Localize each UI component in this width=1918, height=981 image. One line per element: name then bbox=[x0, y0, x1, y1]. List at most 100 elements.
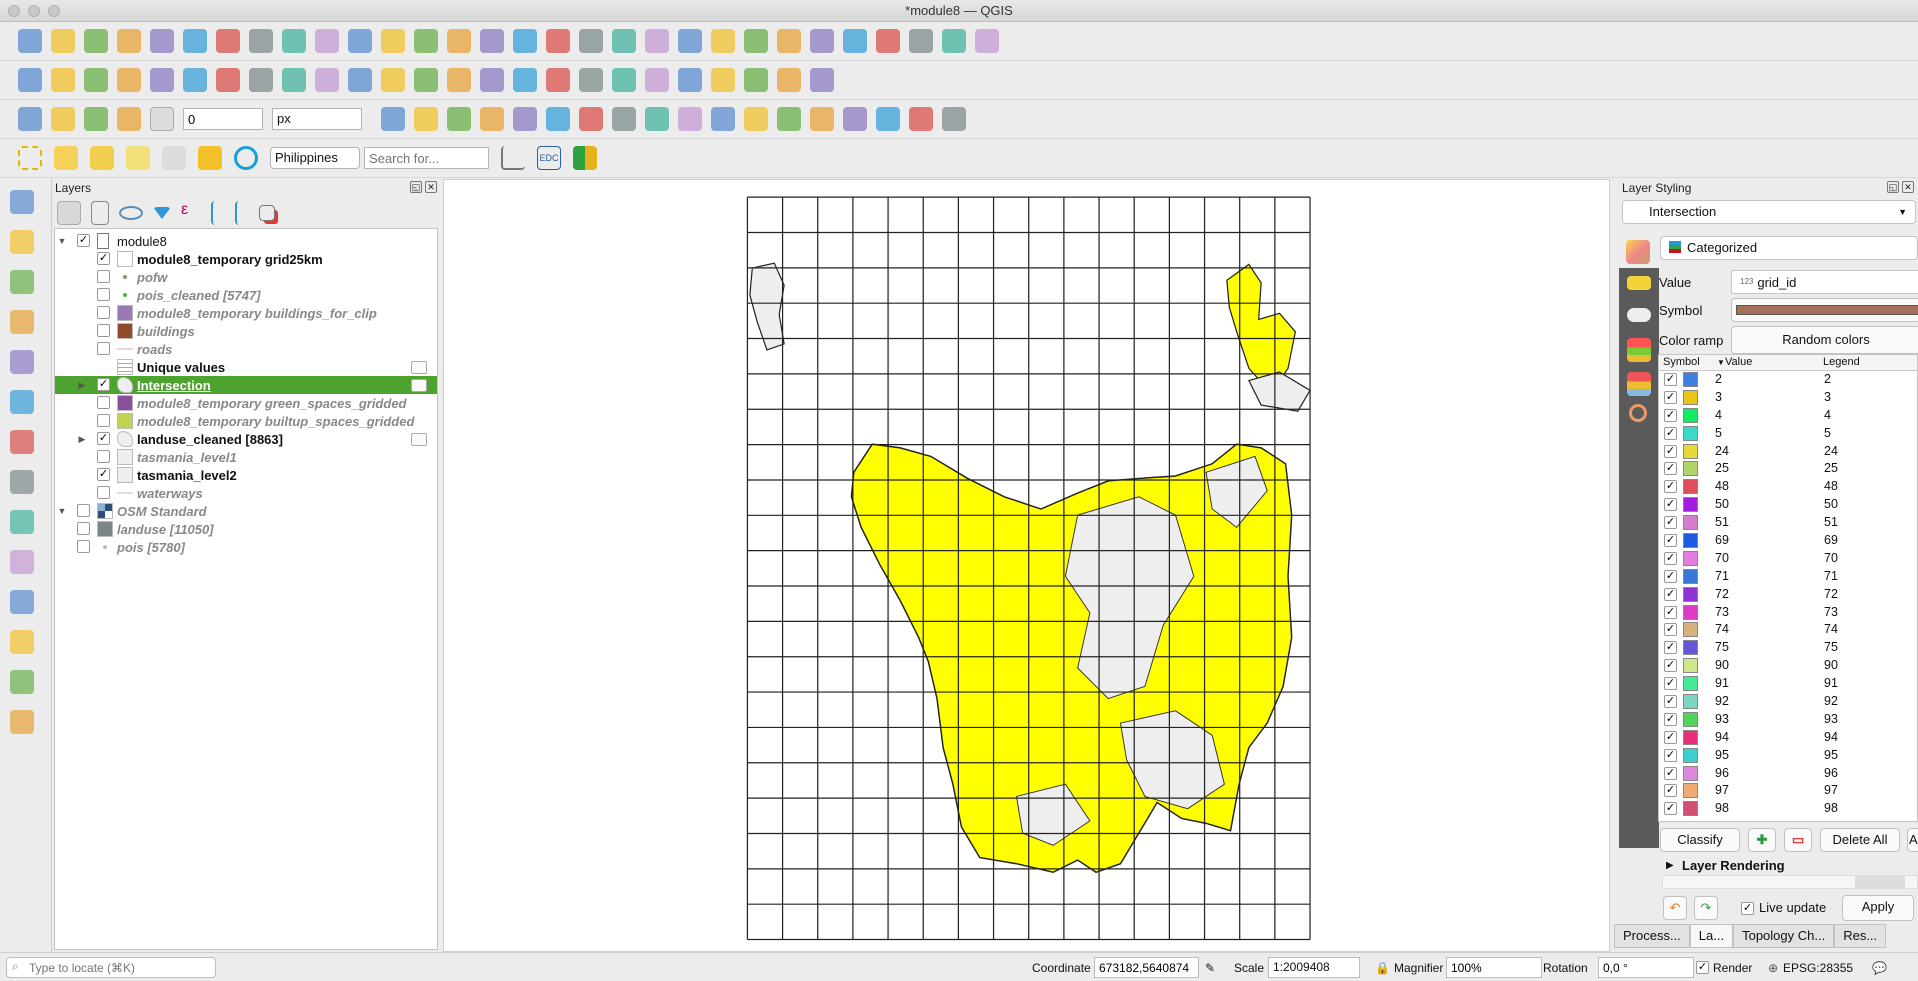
category-color-swatch[interactable] bbox=[1683, 765, 1698, 781]
category-color-swatch[interactable] bbox=[1683, 443, 1698, 459]
category-checkbox[interactable]: ✓ bbox=[1664, 462, 1677, 476]
remove-layer-icon[interactable] bbox=[259, 205, 275, 221]
pca-icon[interactable] bbox=[777, 107, 801, 131]
category-row[interactable]: ✓ 5 5 bbox=[1659, 425, 1917, 443]
category-color-swatch[interactable] bbox=[1683, 711, 1698, 727]
redo-icon[interactable] bbox=[315, 68, 339, 92]
grid-plugin-icon[interactable] bbox=[678, 107, 702, 131]
add-mesh-layer-icon[interactable] bbox=[10, 270, 34, 294]
category-color-swatch[interactable] bbox=[1683, 533, 1698, 549]
add-spatialite-icon[interactable] bbox=[10, 350, 34, 374]
table-icon[interactable] bbox=[744, 107, 768, 131]
new-vector-layer-icon[interactable] bbox=[10, 190, 34, 214]
layer-item[interactable]: pois [5780] bbox=[55, 538, 437, 556]
category-color-swatch[interactable] bbox=[1683, 622, 1698, 638]
sentinel-icon[interactable] bbox=[573, 146, 597, 170]
layer-visibility-checkbox[interactable]: ✓ bbox=[97, 432, 110, 445]
database-icon[interactable] bbox=[678, 68, 702, 92]
refresh-icon[interactable] bbox=[711, 29, 735, 53]
world-icon[interactable] bbox=[447, 107, 471, 131]
paste-icon[interactable] bbox=[249, 68, 273, 92]
3d-view-icon[interactable] bbox=[1627, 338, 1651, 362]
category-row[interactable]: ✓ 2 2 bbox=[1659, 371, 1917, 389]
crs-button[interactable]: EPSG:28355 bbox=[1783, 961, 1853, 975]
delete-all-button[interactable]: Delete All bbox=[1820, 828, 1900, 852]
layer-rendering-section[interactable]: Layer Rendering bbox=[1682, 858, 1785, 873]
layer-visibility-checkbox[interactable] bbox=[77, 540, 90, 553]
history-icon[interactable] bbox=[1627, 372, 1651, 396]
layer-item[interactable]: ✓ tasmania_level2 bbox=[55, 466, 437, 484]
openeo-icon[interactable] bbox=[909, 107, 933, 131]
labels-icon[interactable] bbox=[1627, 276, 1651, 290]
category-checkbox[interactable]: ✓ bbox=[1664, 748, 1677, 762]
category-color-swatch[interactable] bbox=[1683, 747, 1698, 763]
label-tool-icon[interactable] bbox=[480, 68, 504, 92]
category-row[interactable]: ✓ 69 69 bbox=[1659, 532, 1917, 550]
add-postgis-icon[interactable] bbox=[10, 430, 34, 454]
category-row[interactable]: ✓ 98 98 bbox=[1659, 800, 1917, 818]
add-geopackage-icon[interactable] bbox=[10, 590, 34, 614]
category-color-swatch[interactable] bbox=[1683, 372, 1698, 387]
masks-icon[interactable] bbox=[1627, 308, 1651, 322]
layer-item[interactable]: ▶ ✓ Intersection bbox=[55, 376, 437, 394]
new-3d-view-icon[interactable] bbox=[579, 29, 603, 53]
embedded-icon[interactable] bbox=[411, 378, 427, 392]
text-annotation-icon[interactable] bbox=[975, 29, 999, 53]
add-wms-icon[interactable] bbox=[10, 470, 34, 494]
statistics-icon[interactable] bbox=[810, 29, 834, 53]
show-labels-icon[interactable] bbox=[546, 68, 570, 92]
dock-tab[interactable]: La... bbox=[1689, 924, 1734, 948]
classify-button[interactable]: Classify bbox=[1660, 828, 1740, 852]
add-delimited-text-icon[interactable] bbox=[10, 310, 34, 334]
advanced-digitize-icon[interactable] bbox=[51, 107, 75, 131]
window-controls[interactable] bbox=[8, 5, 60, 17]
category-checkbox[interactable]: ✓ bbox=[1664, 641, 1677, 655]
close-window-button[interactable] bbox=[8, 5, 20, 17]
gps-tool-icon[interactable] bbox=[10, 630, 34, 654]
save-project-icon[interactable] bbox=[84, 29, 108, 53]
python-icon[interactable] bbox=[810, 68, 834, 92]
layer-visibility-checkbox[interactable] bbox=[77, 522, 90, 535]
category-row[interactable]: ✓ 24 24 bbox=[1659, 443, 1917, 461]
layer-item[interactable]: ▶ ✓ landuse_cleaned [8863] bbox=[55, 430, 437, 448]
category-color-swatch[interactable] bbox=[1683, 568, 1698, 584]
category-color-swatch[interactable] bbox=[1683, 640, 1698, 656]
layer-visibility-checkbox[interactable] bbox=[97, 324, 110, 337]
select-icon[interactable] bbox=[942, 29, 966, 53]
layer-item[interactable]: module8_temporary buildings_for_clip bbox=[55, 304, 437, 322]
zoom-out-icon[interactable] bbox=[315, 29, 339, 53]
category-row[interactable]: ✓ 50 50 bbox=[1659, 496, 1917, 514]
new-map-view-icon[interactable] bbox=[546, 29, 570, 53]
category-row[interactable]: ✓ 96 96 bbox=[1659, 765, 1917, 783]
magnifier-input[interactable] bbox=[1446, 957, 1542, 978]
float-styling-button[interactable]: ◱ bbox=[1887, 181, 1899, 193]
show-bookmarks-icon[interactable] bbox=[645, 29, 669, 53]
category-color-swatch[interactable] bbox=[1683, 550, 1698, 566]
add-wcs-icon[interactable] bbox=[10, 550, 34, 574]
category-row[interactable]: ✓ 74 74 bbox=[1659, 621, 1917, 639]
layer-visibility-checkbox[interactable] bbox=[97, 414, 110, 427]
layer-item[interactable]: pois_cleaned [5747] bbox=[55, 286, 437, 304]
category-row[interactable]: ✓ 51 51 bbox=[1659, 514, 1917, 532]
add-category-button[interactable]: ✚ bbox=[1748, 828, 1776, 852]
map-canvas[interactable] bbox=[443, 179, 1610, 952]
map-tips-icon[interactable] bbox=[909, 29, 933, 53]
layer-visibility-checkbox[interactable] bbox=[97, 450, 110, 463]
expand-arrow-icon[interactable]: ▶ bbox=[77, 434, 87, 445]
profile-chart-icon[interactable] bbox=[501, 146, 525, 170]
measure-icon[interactable] bbox=[876, 29, 900, 53]
layer-item[interactable]: tasmania_level1 bbox=[55, 448, 437, 466]
category-color-swatch[interactable] bbox=[1683, 658, 1698, 674]
layer-select[interactable]: Intersection ▼ bbox=[1622, 200, 1916, 224]
coordinate-input[interactable] bbox=[1094, 957, 1199, 978]
rotation-input[interactable] bbox=[1598, 957, 1694, 978]
add-feature-icon[interactable] bbox=[447, 68, 471, 92]
crosshair-icon[interactable] bbox=[10, 710, 34, 734]
style-layer-icon[interactable] bbox=[57, 201, 81, 225]
undo-button[interactable]: ↶ bbox=[1663, 896, 1687, 920]
category-color-swatch[interactable] bbox=[1683, 586, 1698, 602]
float-panel-button[interactable]: ◱ bbox=[410, 181, 422, 193]
dock-tab[interactable]: Res... bbox=[1834, 924, 1887, 948]
category-color-swatch[interactable] bbox=[1683, 479, 1698, 495]
category-row[interactable]: ✓ 70 70 bbox=[1659, 550, 1917, 568]
